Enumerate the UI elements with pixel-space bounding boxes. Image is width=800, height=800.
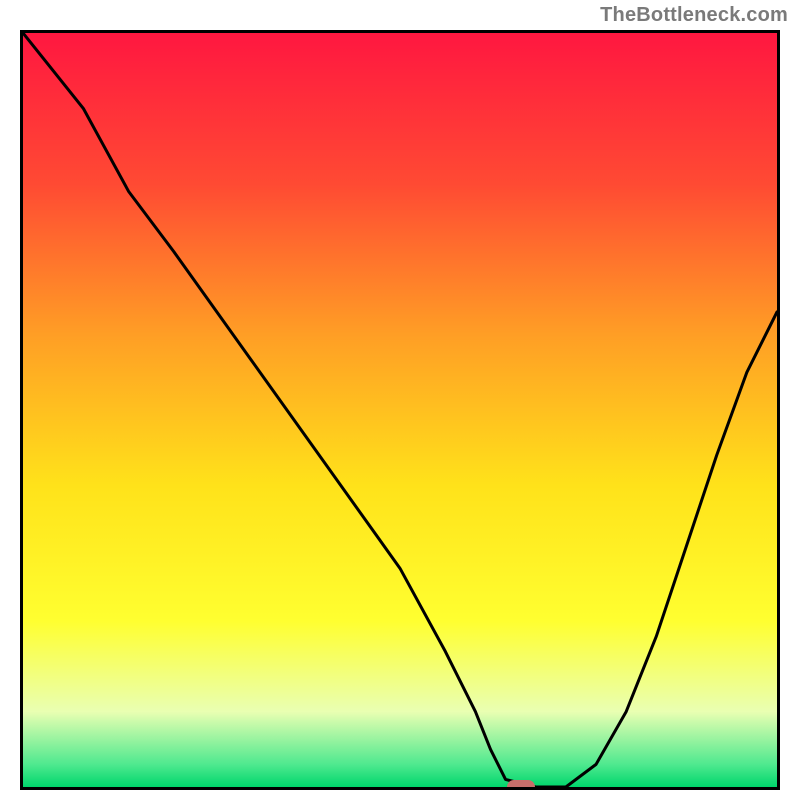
optimal-point-marker bbox=[507, 780, 535, 790]
watermark-text: TheBottleneck.com bbox=[600, 4, 788, 27]
chart-plot-area bbox=[20, 30, 780, 790]
bottleneck-curve bbox=[23, 33, 777, 787]
